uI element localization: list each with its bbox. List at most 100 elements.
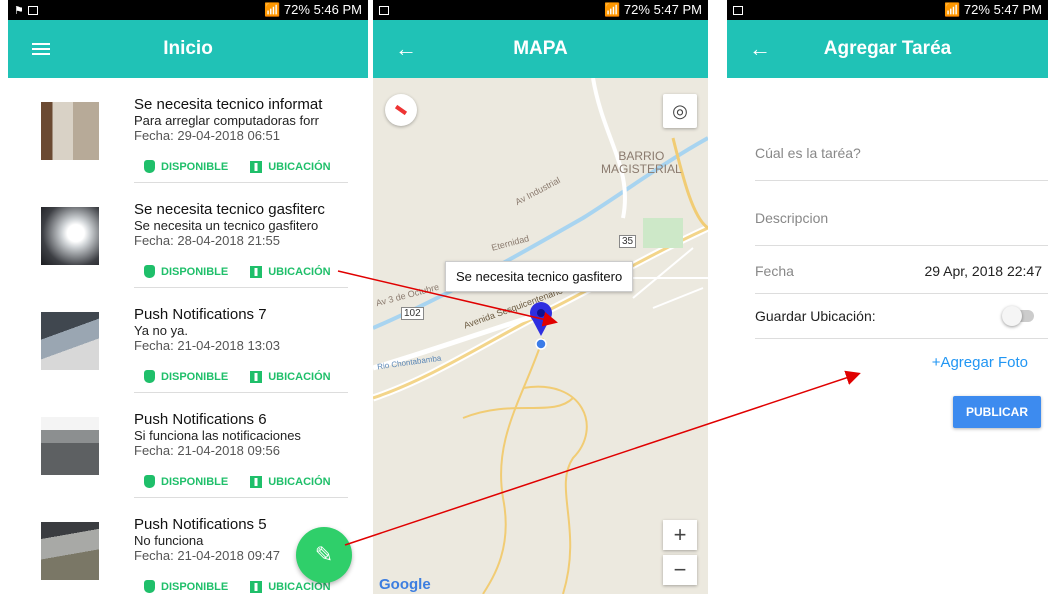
map-icon — [250, 265, 263, 278]
image-icon — [379, 5, 389, 15]
location-button[interactable]: UBICACIÓN — [250, 160, 331, 173]
save-location-label: Guardar Ubicación: — [755, 308, 876, 324]
back-arrow-icon[interactable]: ← — [391, 34, 421, 64]
publish-button[interactable]: PUBLICAR — [953, 396, 1041, 428]
add-photo-link[interactable]: +Agregar Foto — [932, 354, 1028, 371]
item-description: Ya no ya. — [134, 323, 188, 338]
signal-icon: 📶 — [944, 2, 961, 17]
location-button[interactable]: UBICACIÓN — [250, 265, 331, 278]
location-button[interactable]: UBICACIÓN — [250, 475, 331, 488]
menu-icon[interactable] — [26, 34, 56, 64]
item-text: Push Notifications 7 Ya no ya. Fecha: 21… — [134, 306, 368, 353]
item-date: Fecha: 28-04-2018 21:55 — [134, 233, 280, 248]
item-thumbnail — [41, 207, 99, 265]
available-button[interactable]: DISPONIBLE — [144, 580, 228, 593]
signal-icon: 📶 — [264, 2, 281, 17]
battery-level: 72% — [963, 2, 990, 17]
app-bar: Inicio — [8, 20, 368, 78]
map-icon — [250, 160, 263, 173]
edit-fab-button[interactable]: ✎ — [296, 527, 352, 583]
my-location-icon[interactable]: ◎ — [663, 94, 697, 128]
available-button[interactable]: DISPONIBLE — [144, 370, 228, 383]
item-actions: DISPONIBLE UBICACIÓN — [144, 265, 331, 278]
map-view[interactable]: BARRIO MAGISTERIAL Av Industrial Av 3 de … — [373, 78, 708, 594]
page-title: Inicio — [163, 38, 213, 59]
flag-icon: ⚑ — [14, 4, 24, 17]
map-icon — [250, 580, 263, 593]
clock: 5:47 PM — [993, 2, 1042, 17]
map-icon — [250, 370, 263, 383]
route-shield: 102 — [401, 307, 424, 320]
item-title: Push Notifications 6 — [134, 411, 267, 428]
item-date: Fecha: 21-04-2018 13:03 — [134, 338, 280, 353]
date-label: Fecha — [755, 263, 794, 279]
image-icon — [27, 5, 38, 15]
zoom-out-button[interactable]: − — [663, 555, 697, 585]
description-input[interactable]: Descripcion — [755, 190, 1048, 246]
marker-tooltip[interactable]: Se necesita tecnico gasfitero — [445, 261, 634, 292]
clock: 5:47 PM — [653, 2, 702, 17]
list-item[interactable]: Se necesita tecnico informat Para arregl… — [8, 78, 368, 183]
item-thumbnail — [41, 522, 99, 580]
item-text: Push Notifications 6 Si funciona las not… — [134, 411, 368, 458]
item-date: Fecha: 29-04-2018 06:51 — [134, 128, 280, 143]
hand-icon — [144, 265, 155, 278]
item-title: Se necesita tecnico gasfiterc — [134, 201, 325, 218]
battery-level: 72% — [283, 2, 310, 17]
hand-icon — [144, 475, 155, 488]
item-thumbnail — [41, 102, 99, 160]
available-label: DISPONIBLE — [161, 265, 229, 278]
date-row[interactable]: Fecha 29 Apr, 2018 22:47 — [755, 249, 1048, 294]
hand-icon — [144, 580, 155, 593]
available-label: DISPONIBLE — [161, 160, 229, 173]
item-description: Si funciona las notificaciones — [134, 428, 301, 443]
app-bar: ← Agregar Taréa — [727, 20, 1048, 78]
list-item[interactable]: Se necesita tecnico gasfiterc Se necesit… — [8, 183, 368, 288]
date-value[interactable]: 29 Apr, 2018 22:47 — [924, 263, 1042, 279]
page-title: MAPA — [513, 38, 568, 59]
location-label: UBICACIÓN — [268, 265, 331, 278]
status-bar: 📶 72% 5:47 PM — [727, 0, 1048, 20]
hand-icon — [144, 370, 155, 383]
map-screen: 📶 72% 5:47 PM ← MAPA BARRIO MAGISTERIAL A… — [373, 0, 708, 594]
item-title: Se necesita tecnico informat — [134, 96, 323, 113]
item-actions: DISPONIBLE UBICACIÓN — [144, 580, 331, 593]
back-arrow-icon[interactable]: ← — [745, 34, 775, 64]
map-pin-icon[interactable] — [528, 302, 554, 354]
map-label-barrio: BARRIO MAGISTERIAL — [601, 149, 682, 176]
available-button[interactable]: DISPONIBLE — [144, 160, 228, 173]
battery-level: 72% — [623, 2, 650, 17]
location-label: UBICACIÓN — [268, 160, 331, 173]
compass-icon[interactable] — [385, 94, 417, 126]
item-text: Se necesita tecnico informat Para arregl… — [134, 96, 368, 143]
list-item[interactable]: Push Notifications 6 Si funciona las not… — [8, 393, 368, 498]
item-date: Fecha: 21-04-2018 09:56 — [134, 443, 280, 458]
item-thumbnail — [41, 312, 99, 370]
home-screen: ⚑ 📶 72% 5:46 PM Inicio Se necesita tecni… — [8, 0, 368, 594]
image-icon — [733, 5, 743, 15]
add-task-screen: 📶 72% 5:47 PM ← Agregar Taréa Cúal es la… — [727, 0, 1048, 594]
google-logo: Google — [379, 576, 431, 593]
status-bar: ⚑ 📶 72% 5:46 PM — [8, 0, 368, 20]
item-text: Se necesita tecnico gasfiterc Se necesit… — [134, 201, 368, 248]
clock: 5:46 PM — [313, 2, 362, 17]
item-thumbnail — [41, 417, 99, 475]
available-button[interactable]: DISPONIBLE — [144, 475, 228, 488]
zoom-in-button[interactable]: + — [663, 520, 697, 550]
signal-icon: 📶 — [604, 2, 621, 17]
task-title-input[interactable]: Cúal es la taréa? — [755, 125, 1048, 181]
pencil-icon: ✎ — [314, 542, 334, 567]
list-item[interactable]: Push Notifications 7 Ya no ya. Fecha: 21… — [8, 288, 368, 393]
map-icon — [250, 475, 263, 488]
location-button[interactable]: UBICACIÓN — [250, 370, 331, 383]
item-actions: DISPONIBLE UBICACIÓN — [144, 370, 331, 383]
route-shield: 35 — [619, 235, 637, 248]
hand-icon — [144, 160, 155, 173]
item-actions: DISPONIBLE UBICACIÓN — [144, 475, 331, 488]
item-actions: DISPONIBLE UBICACIÓN — [144, 160, 331, 173]
item-title: Push Notifications 7 — [134, 306, 267, 323]
status-bar: 📶 72% 5:47 PM — [373, 0, 708, 20]
available-label: DISPONIBLE — [161, 370, 229, 383]
save-location-toggle[interactable] — [1002, 306, 1034, 326]
available-button[interactable]: DISPONIBLE — [144, 265, 228, 278]
